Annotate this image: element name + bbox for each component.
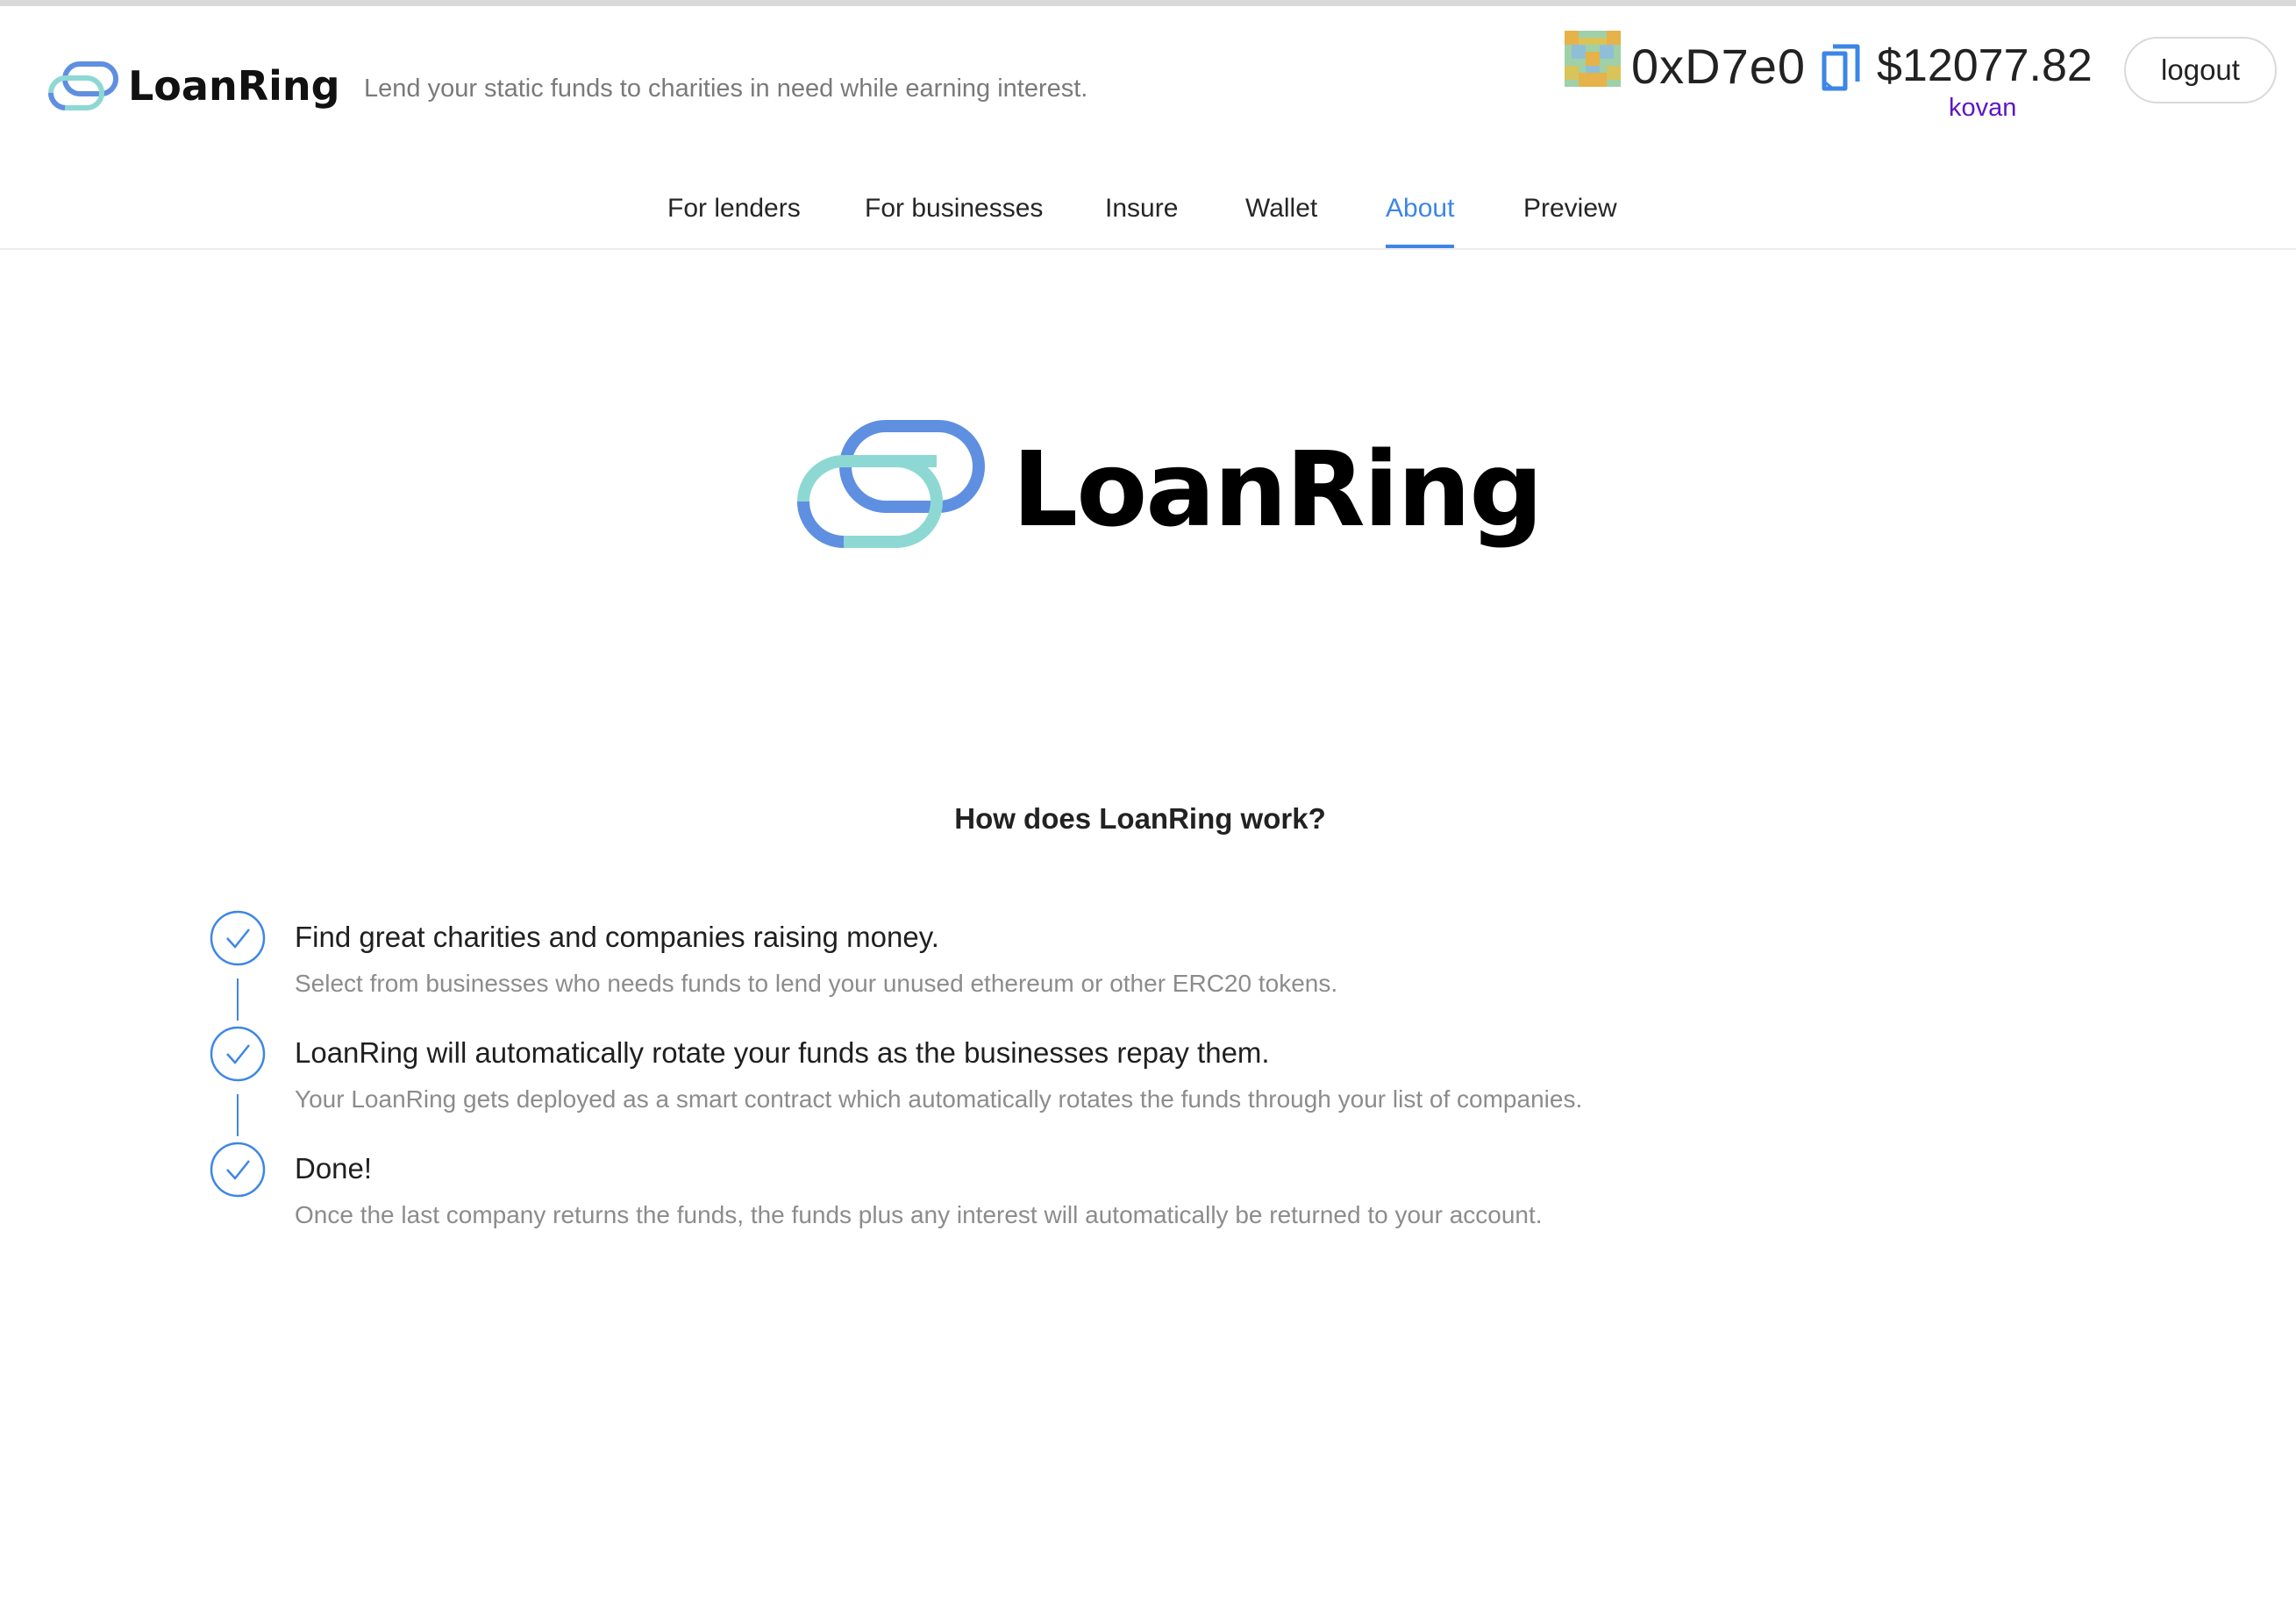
wallet-address: 0xD7e0 (1631, 39, 1807, 94)
step-item: Done! Once the last company returns the … (210, 1142, 1964, 1256)
logout-button[interactable]: logout (2124, 37, 2277, 103)
loanring-logo-icon (47, 61, 118, 110)
nav-item-for-lenders[interactable]: For lenders (667, 194, 801, 224)
step-connector (237, 1094, 239, 1136)
app-header: LoanRing Lend your static funds to chari… (0, 6, 2296, 250)
wallet-balance: $12077.82 (1877, 40, 2093, 91)
check-circle-icon (210, 910, 266, 966)
network-label: kovan (1949, 94, 2017, 122)
nav-item-insure[interactable]: Insure (1105, 194, 1178, 224)
step-title: Done! (295, 1152, 373, 1185)
nav-active-indicator (1386, 245, 1454, 248)
step-item: LoanRing will automatically rotate your … (210, 1026, 1964, 1140)
identicon-avatar (1565, 31, 1621, 87)
nav-item-preview[interactable]: Preview (1523, 194, 1617, 224)
step-description: Once the last company returns the funds,… (295, 1201, 1543, 1228)
check-circle-icon (210, 1142, 266, 1198)
loanring-logo-icon (797, 420, 985, 548)
step-description: Select from businesses who needs funds t… (295, 970, 1338, 997)
nav-item-for-businesses[interactable]: For businesses (865, 194, 1043, 224)
hero-logo-block: LoanRing (795, 419, 1544, 550)
how-it-works-title: How does LoanRing work? (954, 802, 1326, 836)
nav-item-wallet[interactable]: Wallet (1245, 194, 1317, 224)
copy-icon[interactable] (1821, 43, 1861, 92)
main-nav: For lenders For businesses Insure Wallet… (0, 178, 2296, 248)
step-title: Find great charities and companies raisi… (295, 921, 939, 953)
step-item: Find great charities and companies raisi… (210, 910, 1964, 1024)
window-top-border (0, 0, 2296, 6)
brand-name: LoanRing (128, 62, 340, 110)
brand[interactable]: LoanRing (47, 60, 340, 111)
check-circle-icon (210, 1026, 266, 1082)
hero-brand-name: LoanRing (1012, 429, 1544, 550)
step-connector (237, 978, 239, 1021)
step-title: LoanRing will automatically rotate your … (295, 1036, 1270, 1069)
account-panel: 0xD7e0 $12077.82 kovan logout (1565, 31, 2278, 127)
step-description: Your LoanRing gets deployed as a smart c… (295, 1085, 1583, 1113)
tagline: Lend your static funds to charities in n… (364, 75, 1088, 103)
nav-item-about[interactable]: About (1386, 194, 1454, 224)
